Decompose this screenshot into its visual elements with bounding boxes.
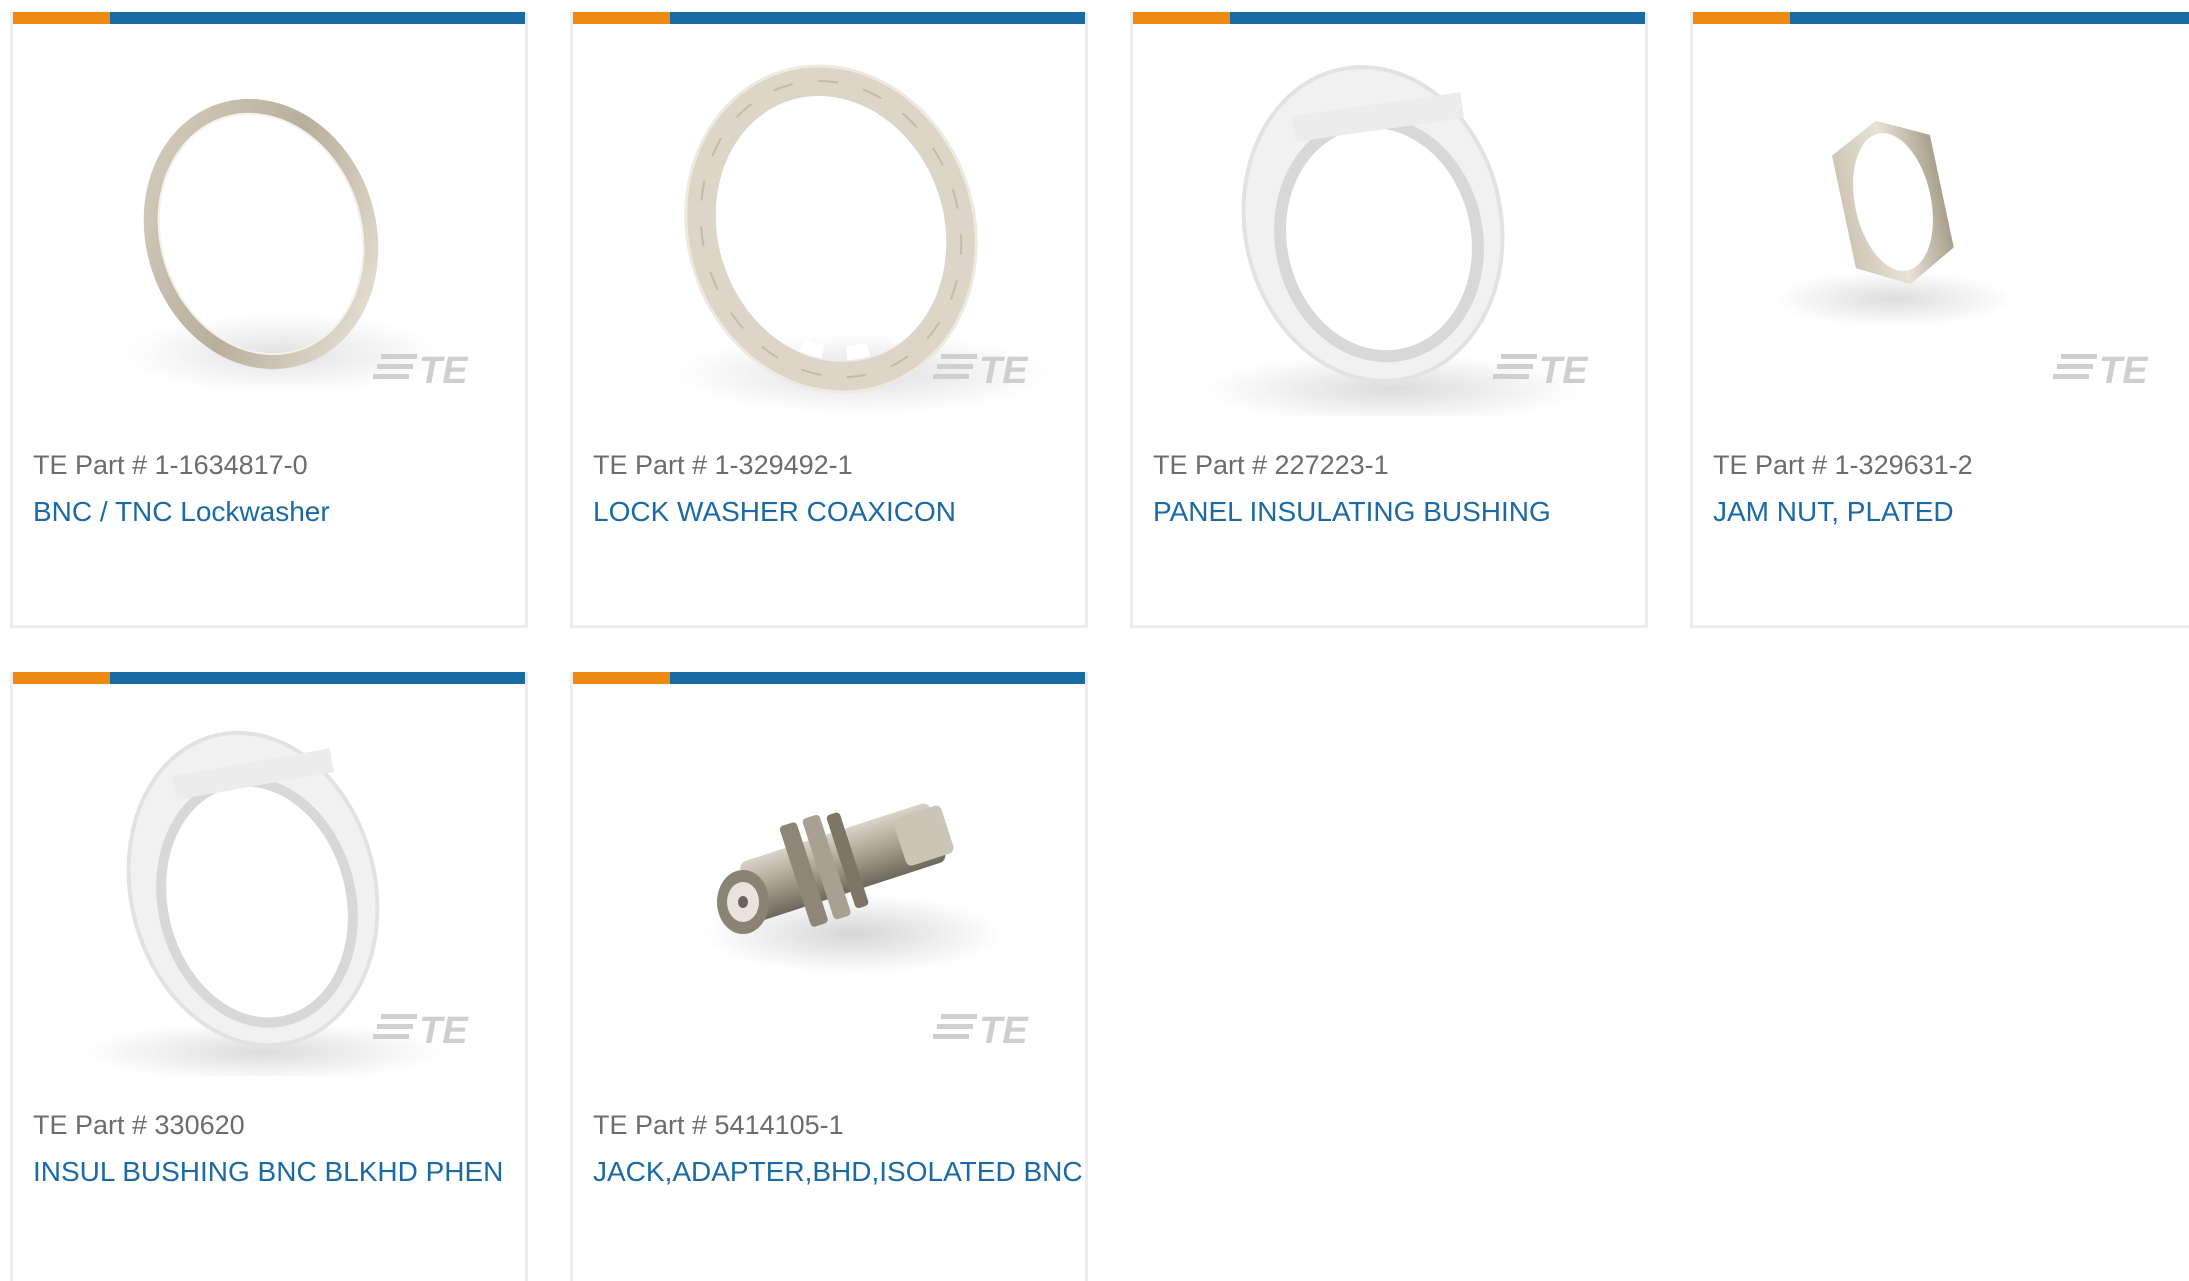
product-name-link[interactable]: BNC / TNC Lockwasher (33, 496, 330, 528)
insulating-bushing-image[interactable]: TE (13, 684, 525, 1076)
card-top-bar (1693, 12, 2189, 24)
product-name-link[interactable]: PANEL INSULATING BUSHING (1153, 496, 1551, 528)
part-number: TE Part # 227223-1 (1153, 450, 1389, 480)
svg-text:TE: TE (979, 350, 1029, 392)
product-card[interactable]: TE TE Part # 330620 INSUL BUSHING BNC BL… (10, 672, 528, 1281)
product-name-link[interactable]: JAM NUT, PLATED (1713, 496, 1954, 528)
product-card[interactable]: TE TE Part # 5414105-1 JACK,ADAPTER,BHD,… (570, 672, 1088, 1281)
card-top-bar (13, 672, 525, 684)
product-name-link[interactable]: JACK,ADAPTER,BHD,ISOLATED BNC (593, 1156, 1083, 1188)
part-number: TE Part # 330620 (33, 1110, 245, 1140)
lockwasher-ring-image[interactable]: TE (13, 24, 525, 416)
hex-jam-nut-image[interactable]: TE (1693, 24, 2189, 416)
product-card[interactable]: TE TE Part # 227223-1 PANEL INSULATING B… (1130, 12, 1648, 628)
svg-text:TE: TE (1539, 350, 1589, 392)
product-grid: TE TE Part # 1-1634817-0 BNC / TNC Lockw… (0, 0, 2189, 1281)
toothed-lock-washer-image[interactable]: TE (573, 24, 1085, 416)
svg-text:TE: TE (419, 350, 469, 392)
card-top-bar (1133, 12, 1645, 24)
part-number: TE Part # 5414105-1 (593, 1110, 844, 1140)
te-logo: TE (933, 1010, 1029, 1052)
svg-text:TE: TE (2099, 350, 2149, 392)
product-name-link[interactable]: LOCK WASHER COAXICON (593, 496, 956, 528)
svg-text:TE: TE (979, 1010, 1029, 1052)
product-card[interactable]: TE TE Part # 1-329631-2 JAM NUT, PLATED (1690, 12, 2189, 628)
card-top-bar (13, 12, 525, 24)
part-number: TE Part # 1-1634817-0 (33, 450, 308, 480)
insulating-bushing-image[interactable]: TE (1133, 24, 1645, 416)
te-logo: TE (2053, 350, 2149, 392)
product-name-link[interactable]: INSUL BUSHING BNC BLKHD PHEN (33, 1156, 503, 1188)
part-number: TE Part # 1-329492-1 (593, 450, 853, 480)
part-number: TE Part # 1-329631-2 (1713, 450, 1973, 480)
bnc-adapter-image[interactable]: TE (573, 684, 1085, 1076)
card-top-bar (573, 672, 1085, 684)
svg-text:TE: TE (419, 1010, 469, 1052)
product-card[interactable]: TE TE Part # 1-329492-1 LOCK WASHER COAX… (570, 12, 1088, 628)
product-card[interactable]: TE TE Part # 1-1634817-0 BNC / TNC Lockw… (10, 12, 528, 628)
card-top-bar (573, 12, 1085, 24)
